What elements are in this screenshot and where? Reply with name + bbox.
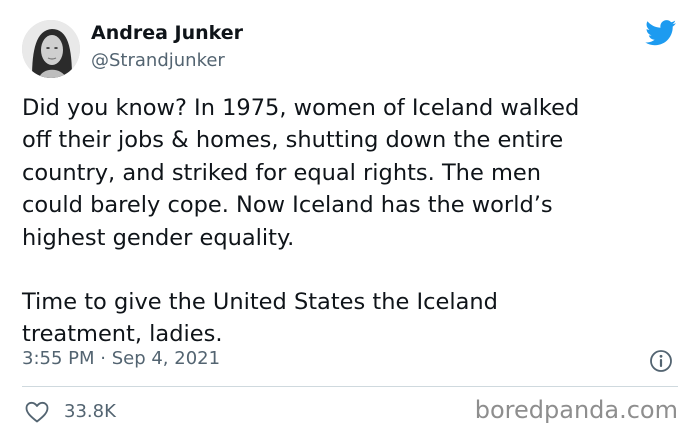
user-handle[interactable]: @Strandjunker: [91, 50, 225, 71]
info-icon[interactable]: [649, 349, 673, 373]
heart-icon[interactable]: [25, 401, 49, 423]
avatar[interactable]: [22, 20, 80, 78]
display-name[interactable]: Andrea Junker: [91, 22, 243, 44]
watermark: boredpanda.com: [474, 396, 678, 424]
tweet-paragraph: Did you know? In 1975, women of Iceland …: [22, 95, 580, 251]
like-count[interactable]: 33.8K: [64, 401, 116, 422]
tweet-paragraph: Time to give the United States the Icela…: [22, 289, 498, 348]
profile-photo-icon: [22, 20, 80, 78]
tweet-text: Did you know? In 1975, women of Iceland …: [22, 92, 682, 351]
divider: [22, 386, 678, 387]
tweet-timestamp[interactable]: 3:55 PM · Sep 4, 2021: [22, 348, 220, 369]
twitter-bird-icon[interactable]: [645, 20, 677, 46]
tweet-card: Andrea Junker @Strandjunker Did you know…: [0, 0, 700, 441]
